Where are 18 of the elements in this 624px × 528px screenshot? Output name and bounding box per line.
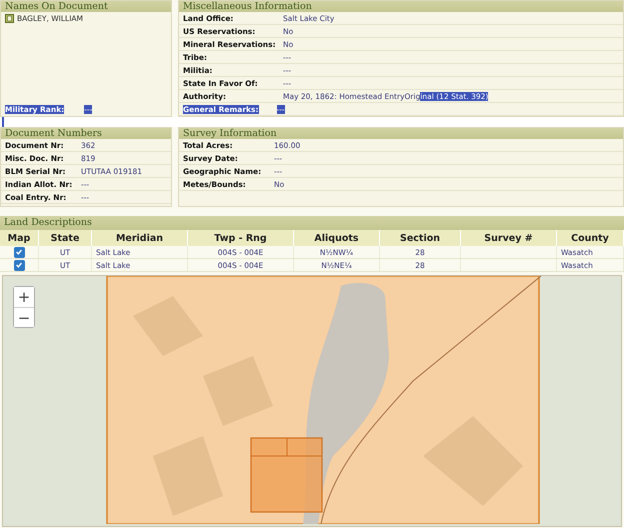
column-header: Map <box>0 230 38 246</box>
column-header: Section <box>380 230 460 246</box>
panel-title: Names On Document <box>1 1 171 12</box>
panel-title: Land Descriptions <box>0 216 624 230</box>
column-header: Twp - Rng <box>188 230 294 246</box>
map-view[interactable]: + − <box>2 275 622 527</box>
document-icon[interactable] <box>5 14 14 23</box>
column-header: Survey # <box>460 230 556 246</box>
column-header: Aliquots <box>294 230 380 246</box>
panel-title: Survey Information <box>179 128 623 139</box>
map-checkbox[interactable] <box>14 260 24 270</box>
column-header: Meridian <box>92 230 188 246</box>
column-header: County <box>556 230 624 246</box>
column-header: State <box>38 230 92 246</box>
panel-title: Miscellaneous Information <box>179 1 623 12</box>
map-checkbox[interactable] <box>14 246 24 258</box>
panel-title: Document Numbers <box>1 128 171 139</box>
zoom-out-button[interactable]: − <box>14 307 34 327</box>
